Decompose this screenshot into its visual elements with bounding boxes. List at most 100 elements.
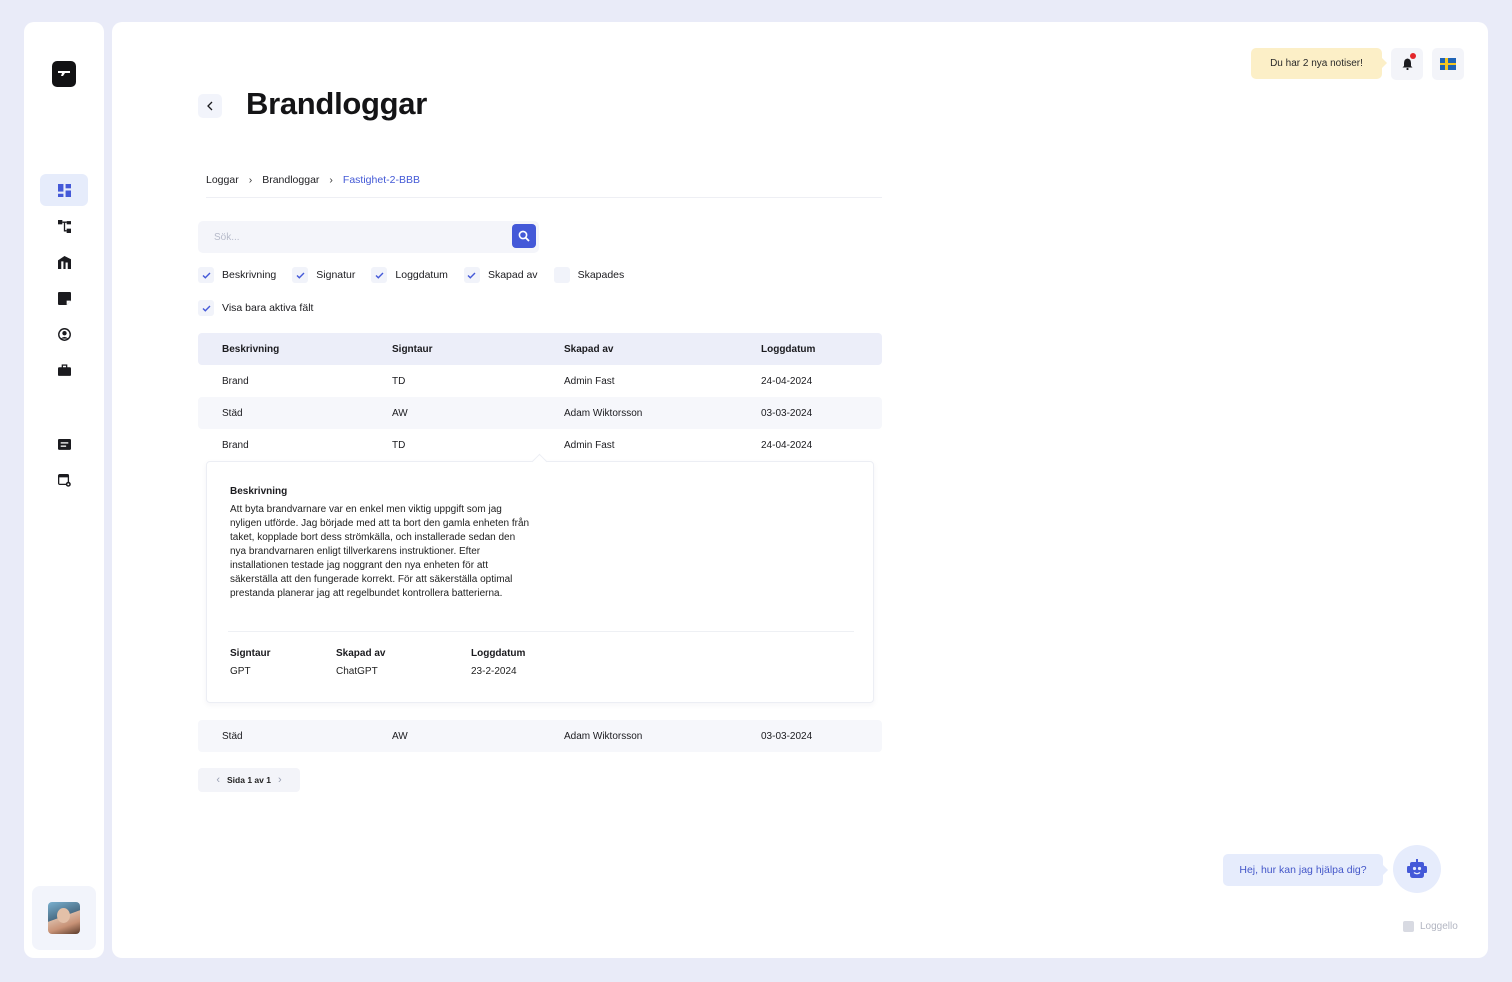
table-row[interactable]: Brand TD Admin Fast 24-04-2024 [198,365,882,397]
table-cell: AW [392,730,408,742]
sweden-flag-icon [1440,58,1456,70]
column-filters: Beskrivning Signatur Loggdatum Skapad av… [198,267,640,283]
table-cell: 24-04-2024 [761,375,813,387]
table-cell: Städ [222,407,243,419]
filter-signatur[interactable]: Signatur [292,267,355,283]
column-header[interactable]: Skapad av [564,344,613,355]
user-circle-icon [57,327,71,341]
checkbox[interactable] [198,267,214,283]
app-logo[interactable] [52,61,76,87]
search-icon [518,230,530,242]
table-cell: 03-03-2024 [761,730,813,742]
sidebar-item-users[interactable] [40,318,88,350]
table-cell: Brand [222,439,249,451]
table-cell: Adam Wiktorsson [564,407,643,419]
pagination-label: Sida 1 av 1 [227,775,271,785]
table-header: Beskrivning Signtaur Skapad av Loggdatum [198,333,882,365]
sidebar [24,22,104,958]
notifications-button[interactable] [1391,48,1423,80]
filter-skapad-av[interactable]: Skapad av [463,267,538,283]
breadcrumb-separator: › [329,174,333,186]
pagination: ‹ Sida 1 av 1 › [198,768,300,792]
filter-label: Loggdatum [395,269,448,281]
settings-window-icon [57,473,71,487]
column-header[interactable]: Loggdatum [761,344,815,355]
user-profile[interactable] [32,886,96,950]
logo-icon [58,71,70,76]
breadcrumb-current[interactable]: Fastighet-2-BBB [343,174,420,186]
column-header[interactable]: Beskrivning [222,344,279,355]
checkbox[interactable] [292,267,309,283]
table-cell: Admin Fast [564,439,615,451]
sidebar-item-notes[interactable] [40,282,88,314]
page-title: Brandloggar [246,86,427,121]
chatbot-button[interactable] [1393,845,1441,893]
sidebar-item-hierarchy[interactable] [40,210,88,242]
filter-beskrivning[interactable]: Beskrivning [198,267,276,283]
prev-page-button[interactable]: ‹ [216,774,220,786]
language-button[interactable] [1432,48,1464,80]
briefcase-icon [57,363,71,376]
filter-label: Skapad av [487,269,538,281]
table-cell: AW [392,407,408,419]
table-cell: 03-03-2024 [761,407,813,419]
table-cell: TD [392,375,406,387]
breadcrumb-item-loggar[interactable]: Loggar [206,174,239,186]
table-row[interactable]: Städ AW Adam Wiktorsson 03-03-2024 [198,720,882,752]
filter-active-only[interactable]: Visa bara aktiva fält [198,300,313,316]
table-cell: Städ [222,730,243,742]
messages-icon [57,438,71,450]
logs-table: Beskrivning Signtaur Skapad av Loggdatum… [198,333,882,461]
check-icon [467,272,476,279]
notification-toast[interactable]: Du har 2 nya notiser! [1251,48,1387,79]
search-button[interactable] [512,224,536,248]
sidebar-item-dashboard[interactable] [40,174,88,206]
sidebar-item-messages[interactable] [40,429,88,461]
checkbox[interactable] [371,267,388,283]
sidebar-item-buildings[interactable] [40,246,88,278]
sidebar-item-work[interactable] [40,354,88,386]
filter-label: Signatur [316,269,356,281]
row-detail-panel: Beskrivning Att byta brandvarnare var en… [206,461,874,703]
footer-brand: Loggello [1403,921,1458,932]
detail-date-label: Loggdatum [471,648,526,659]
checkbox[interactable] [198,300,214,316]
table-cell: 24-04-2024 [761,439,813,451]
detail-date: 23-2-2024 [471,666,517,677]
breadcrumb-item-brandloggar[interactable]: Brandloggar [262,174,319,186]
back-button[interactable] [198,94,222,118]
chevron-left-icon [207,101,213,111]
detail-signature-label: Signtaur [230,648,271,659]
search-input[interactable] [198,221,508,253]
breadcrumb-separator: › [248,174,253,186]
filter-loggdatum[interactable]: Loggdatum [371,267,448,283]
next-page-button[interactable]: › [278,774,282,786]
divider [228,631,854,632]
hierarchy-icon [57,219,71,233]
check-icon [375,272,384,279]
detail-description-label: Beskrivning [230,486,288,497]
table-cell: Brand [222,375,249,387]
logs-table-continued: Städ AW Adam Wiktorsson 03-03-2024 [198,720,882,752]
column-header[interactable]: Signtaur [392,344,433,355]
detail-signature: GPT [230,666,251,677]
bell-icon [1402,58,1412,70]
check-icon [296,272,305,279]
breadcrumb: Loggar › Brandloggar › Fastighet-2-BBB [206,174,882,198]
detail-description: Att byta brandvarnare var en enkel men v… [230,504,530,599]
notification-dot [1410,53,1416,59]
checkbox[interactable] [463,267,480,283]
brand-mark-icon [1403,921,1414,932]
filter-skapades[interactable]: Skapades [553,267,624,283]
filter-label: Beskrivning [222,269,277,281]
table-row[interactable]: Städ AW Adam Wiktorsson 03-03-2024 [198,397,882,429]
main-content: Brandloggar Du har 2 nya notiser! Loggar… [112,22,1488,958]
brand-name: Loggello [1420,921,1458,932]
sidebar-item-settings[interactable] [40,464,88,496]
chat-prompt[interactable]: Hej, hur kan jag hjälpa dig? [1223,854,1388,886]
checkbox[interactable] [553,267,570,283]
table-cell: TD [392,439,406,451]
table-cell: Adam Wiktorsson [564,730,643,742]
check-icon [202,305,211,312]
avatar[interactable] [48,902,80,934]
